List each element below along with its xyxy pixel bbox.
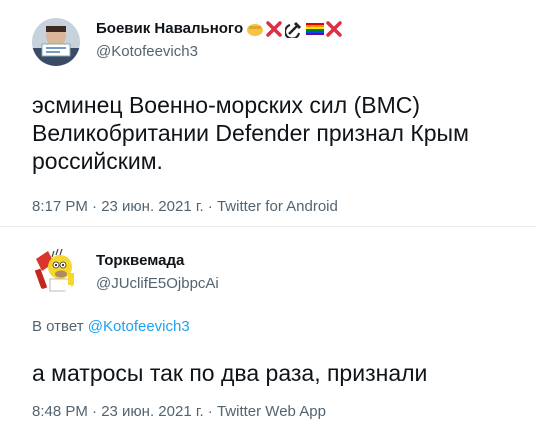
avatar[interactable] — [32, 18, 80, 66]
tweet-timestamp[interactable]: 8:48 PM · 23 июн. 2021 г. · Twitter Web … — [32, 403, 326, 420]
tweet-main[interactable]: Боевик Навального @Kotofeevich3 эсминец … — [0, 0, 536, 227]
raised-fist-icon — [245, 20, 264, 38]
tweet-reply[interactable]: Торквемада @JUclifE5OjbpcAi В ответ @Kot… — [0, 227, 536, 434]
handle[interactable]: @Kotofeevich3 — [96, 42, 343, 62]
reply-to-label: В ответ @Kotofeevich3 — [32, 318, 190, 335]
hammer-sickle-icon — [284, 20, 303, 40]
handle[interactable]: @JUclifE5OjbpcAi — [96, 274, 219, 294]
display-name[interactable]: Боевик Навального — [96, 20, 343, 40]
cross-mark-icon — [325, 20, 343, 38]
cross-mark-icon — [265, 20, 283, 38]
avatar[interactable] — [32, 245, 80, 293]
reply-mention-link[interactable]: @Kotofeevich3 — [88, 318, 190, 335]
display-name-text: Торквемада — [96, 252, 185, 269]
tweet-text: а матросы так по два раза, признали — [32, 360, 428, 386]
rainbow-flag-icon — [305, 20, 325, 38]
tweet-text: эсминец Военно-морских сил (ВМС) Великоб… — [32, 92, 469, 174]
display-name-text: Боевик Навального — [96, 20, 244, 37]
display-name[interactable]: Торквемада — [96, 252, 219, 270]
tweet-timestamp[interactable]: 8:17 PM · 23 июн. 2021 г. · Twitter for … — [32, 198, 338, 215]
reply-prefix: В ответ — [32, 318, 84, 335]
